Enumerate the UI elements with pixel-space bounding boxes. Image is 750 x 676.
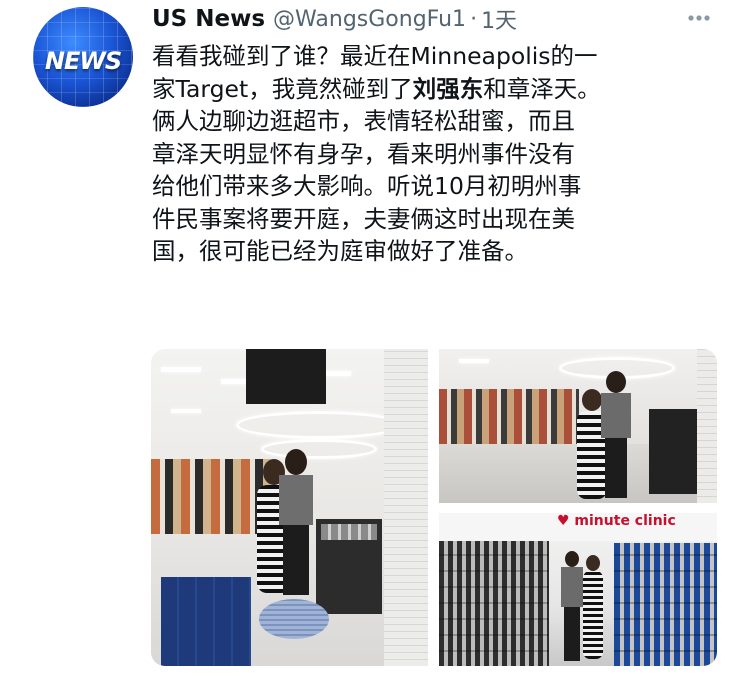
tweet-line: 件民事案将要开庭，夫妻俩这时出现在美 (152, 204, 575, 233)
tweet-line: 俩人边聊边逛超市，表情轻松甜蜜，而且 (152, 107, 575, 135)
tweet-line-text: 家Target，我竟然碰到了 (152, 74, 413, 103)
header-separator: · (470, 6, 478, 32)
tweet-body: 看看我碰到了谁？最近在Minneapolis的一 家Target，我竟然碰到了刘… (152, 40, 737, 268)
clothing-racks (439, 389, 579, 444)
author-handle[interactable]: @WangsGongFu1 (273, 7, 466, 32)
tweet-line: 看看我碰到了谁？最近在Minneapolis的一 (152, 42, 598, 70)
woman-figure (583, 555, 603, 661)
more-horizontal-icon[interactable] (684, 6, 714, 30)
pegboard-wall (697, 349, 717, 503)
tweet-line: 家Target，我竟然碰到了刘强东和章泽天。 (152, 73, 737, 106)
minute-clinic-sign: ♥ minute clinic (557, 513, 676, 529)
photo-2[interactable] (439, 349, 717, 503)
tweet-line: 国，很可能已经为庭审做好了准备。 (152, 237, 528, 265)
author-avatar[interactable]: NEWS (33, 7, 133, 107)
more-dots-svg (688, 15, 710, 21)
author-display-name[interactable]: US News (152, 6, 265, 32)
shelf-products (321, 524, 377, 540)
ceiling-light (161, 367, 201, 372)
tweet-media-grid: ♥ minute clinic (151, 349, 717, 666)
photo-1[interactable] (151, 349, 428, 666)
pegboard-wall (384, 349, 428, 666)
man-figure (561, 551, 583, 663)
tweet-line: 给他们带来多大影响。听说10月初明州事 (152, 172, 582, 200)
ceiling-ring-light (236, 411, 402, 439)
man-figure (279, 449, 313, 599)
tweet-line-text: 和章泽天。 (483, 74, 601, 103)
product-shelf (649, 409, 697, 494)
right-shelf (614, 543, 717, 666)
ceiling-light (459, 359, 489, 363)
plate-stack (259, 599, 329, 639)
left-shelf (439, 541, 549, 666)
ceiling-light (171, 409, 201, 413)
tweet-bold-name: 刘强东 (412, 74, 484, 103)
dark-sign (246, 349, 326, 404)
clothing-racks (151, 459, 271, 534)
tweet-header: US News @WangsGongFu1 · 1天 (152, 2, 517, 36)
tweet-line: 章泽天明显怀有身孕，看来明州事件没有 (152, 139, 575, 168)
tweet-timestamp[interactable]: 1天 (481, 3, 517, 35)
boxed-products (161, 577, 251, 666)
man-figure (601, 371, 631, 501)
avatar-logo-text: NEWS (44, 47, 122, 75)
photo-3[interactable]: ♥ minute clinic (439, 513, 717, 666)
